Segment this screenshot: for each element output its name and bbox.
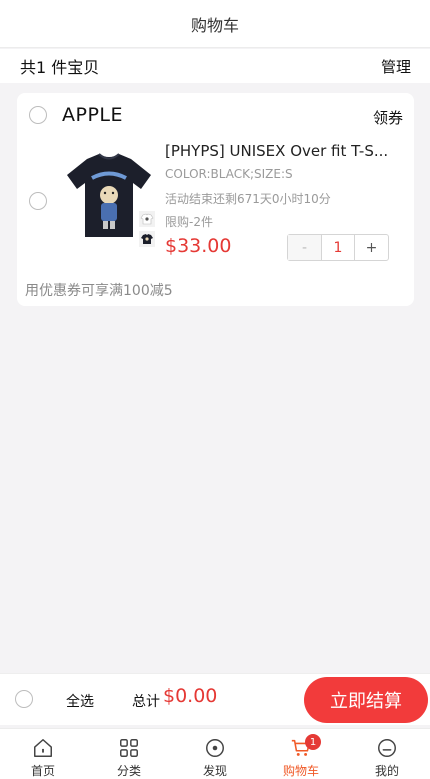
coupon-promo-text: 用优惠券可享满100减5: [25, 283, 173, 299]
product-price: $33.00: [165, 235, 232, 257]
variant-thumbnail[interactable]: [139, 231, 155, 247]
checkout-bar: 全选 总计 $0.00 立即结算: [0, 673, 430, 725]
product-spec: COLOR:BLACK;SIZE:S: [165, 167, 293, 181]
tab-label: 分类: [116, 764, 141, 778]
compass-icon: [206, 739, 224, 757]
tab-profile[interactable]: 我的: [344, 729, 430, 779]
purchase-limit: 限购-2件: [165, 215, 213, 229]
top-bar: 购物车: [0, 0, 430, 48]
cart-badge: 1: [305, 734, 321, 750]
tab-label: 发现: [202, 764, 227, 778]
variant-thumbnail[interactable]: [139, 211, 155, 227]
page-title: 购物车: [190, 15, 239, 35]
item-select-radio[interactable]: [29, 192, 47, 210]
tab-label: 我的: [374, 764, 399, 778]
product-image[interactable]: [59, 145, 159, 245]
quantity-increase-button[interactable]: +: [354, 235, 388, 260]
home-icon: [34, 739, 52, 757]
cart-summary-bar: 共1 件宝贝 管理: [0, 49, 430, 83]
item-count: 共1 件宝贝: [20, 58, 100, 77]
quantity-stepper: - 1 +: [287, 234, 389, 261]
tab-label: 购物车: [282, 764, 319, 778]
tab-cart[interactable]: 1 购物车: [258, 729, 344, 779]
total-label: 总计: [132, 694, 160, 710]
manage-button[interactable]: 管理: [381, 56, 411, 77]
promotion-countdown: 活动结束还剩671天0小时10分: [165, 192, 331, 206]
select-all-radio[interactable]: [15, 690, 33, 708]
total-amount: $0.00: [163, 685, 218, 707]
grid-icon: [120, 739, 138, 757]
tab-discover[interactable]: 发现: [172, 729, 258, 779]
coupon-button[interactable]: 领券: [373, 107, 403, 128]
checkout-button[interactable]: 立即结算: [304, 677, 428, 723]
tab-label: 首页: [30, 764, 55, 778]
user-icon: [378, 739, 396, 757]
bottom-tab-bar: 首页 分类 发现 1 购物车 我的: [0, 728, 430, 779]
tab-home[interactable]: 首页: [0, 729, 86, 779]
product-title[interactable]: [PHYPS] UNISEX Over fit T-S...: [165, 142, 395, 160]
store-name: APPLE: [62, 104, 124, 126]
select-all-label[interactable]: 全选: [66, 691, 94, 711]
store-card: APPLE 领券 [PHYPS] UNISEX Over fit T-S... …: [17, 93, 414, 306]
tab-category[interactable]: 分类: [86, 729, 172, 779]
store-select-radio[interactable]: [29, 106, 47, 124]
quantity-value[interactable]: 1: [322, 235, 354, 260]
quantity-decrease-button[interactable]: -: [288, 235, 322, 260]
